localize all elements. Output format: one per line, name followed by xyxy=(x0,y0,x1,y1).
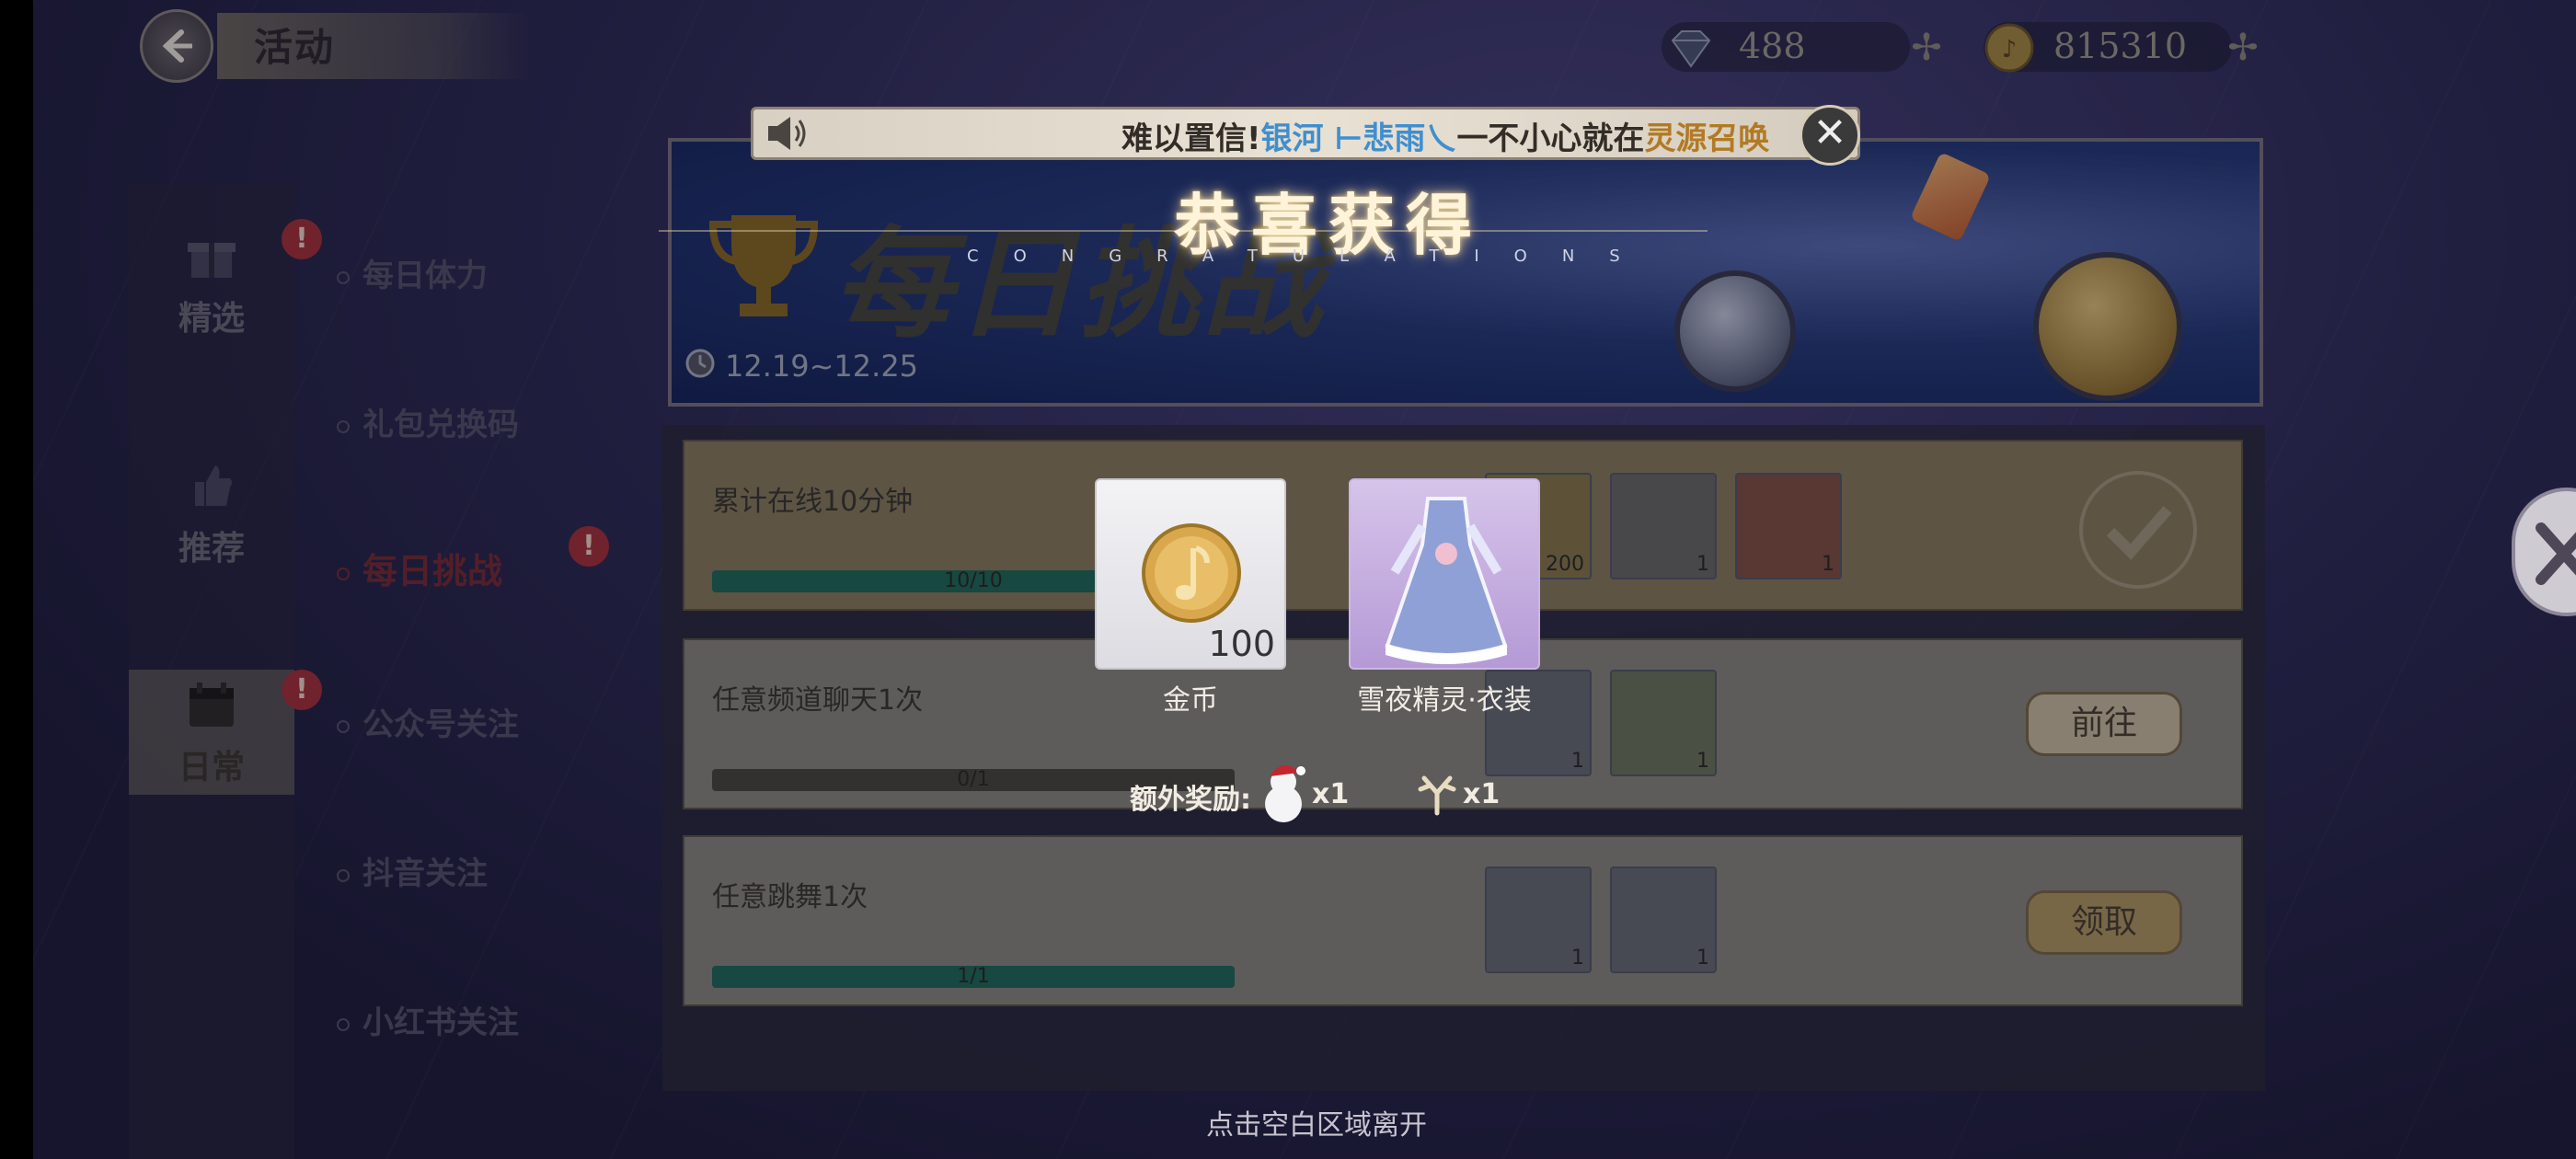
extra-reward-qty: x1 xyxy=(1463,778,1501,810)
tap-to-close-hint: 点击空白区域离开 xyxy=(1206,1109,1427,1142)
reward-quantity: 100 xyxy=(1208,624,1275,664)
extra-reward-label: 额外奖励: xyxy=(1130,784,1251,816)
notice-middle: 一不小心就在 xyxy=(1456,120,1645,157)
congrats-subtitle: CONGRATULATIONS xyxy=(967,247,1655,266)
reward-name: 金币 xyxy=(1163,684,1218,717)
reward-card-gold[interactable]: 100 xyxy=(1095,478,1286,670)
snow-dress-icon xyxy=(1385,497,1508,664)
gold-coin-icon xyxy=(1142,523,1241,623)
broadcast-notice: 难以置信!银河 ⊢悲雨乀一不小心就在灵源召唤 xyxy=(751,107,1860,160)
reward-card-dress[interactable] xyxy=(1349,478,1540,670)
reward-name: 雪夜精灵·衣装 xyxy=(1357,684,1532,717)
notice-player-name: 银河 ⊢悲雨乀 xyxy=(1260,120,1457,157)
notice-prefix: 难以置信! xyxy=(1121,120,1261,157)
game-screen: 活动 488 ✢ ♪ 815310 ✢ 精选 ! 推荐 日常 ! 每日体力 礼包… xyxy=(33,0,2576,1159)
speaker-icon xyxy=(768,117,806,150)
notice-text: 难以置信!银河 ⊢悲雨乀一不小心就在灵源召唤 xyxy=(1121,113,1769,158)
snowman-santa-icon xyxy=(1265,764,1305,822)
antler-icon xyxy=(1418,775,1456,816)
notice-place: 灵源召唤 xyxy=(1644,120,1770,157)
close-icon xyxy=(2536,522,2576,585)
notice-close-button[interactable]: ✕ xyxy=(1800,105,1860,166)
extra-reward-qty: x1 xyxy=(1312,778,1350,810)
